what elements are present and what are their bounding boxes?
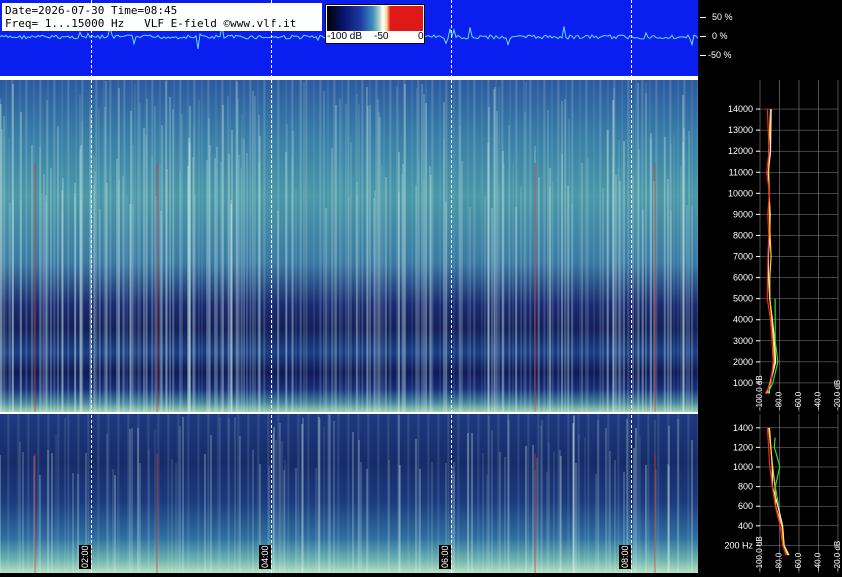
pct-label-neg50: -50 % <box>708 50 732 60</box>
average-spectrum-panel: 1000 2000 3000 4000 5000 6000 7000 8000 9000 1000… <box>698 80 842 412</box>
color-scale-label-max: 0 <box>418 31 424 42</box>
average-spectrum-plot-low: 200 Hz 400 600 800 1000 1200 1400 -100.0 dB -80.… <box>724 414 842 573</box>
time-gridline <box>631 0 632 573</box>
time-gridline <box>91 0 92 573</box>
pct-label-0: 0 % <box>712 31 728 41</box>
db-tick-label: -20.0 dB <box>833 380 842 410</box>
time-gridline <box>271 0 272 573</box>
color-scale-label-mid: -50 <box>374 31 389 42</box>
freq-tick-label: 4000 <box>733 315 753 325</box>
db-tick-label: -100.0 dB <box>755 375 764 410</box>
time-label: 06:00 <box>439 545 451 569</box>
time-label: 02:00 <box>79 545 91 569</box>
freq-tick-label: 600 <box>738 501 753 511</box>
time-label: 04:00 <box>259 545 271 569</box>
avg-series-line <box>768 427 790 556</box>
db-tick-label: -60.0 <box>794 391 803 410</box>
spectrogram-overlay-low <box>0 414 693 573</box>
freq-tick-label: 2000 <box>733 357 753 367</box>
pct-tick-50 <box>700 17 706 18</box>
color-scale: -100 dB -50 0 <box>325 4 425 44</box>
pct-tick-0 <box>700 36 706 37</box>
spectrogram-full-band <box>0 80 698 412</box>
time-label: 08:00 <box>619 545 631 569</box>
db-tick-label: -80.0 <box>775 391 784 410</box>
spectrogram-overlay <box>0 80 693 412</box>
color-scale-label-min: -100 dB <box>327 31 363 42</box>
freq-tick-label: 11000 <box>729 167 753 177</box>
freq-tick-label: 200 Hz <box>724 540 753 550</box>
freq-tick-label: 400 <box>738 521 753 531</box>
pct-tick-neg50 <box>700 55 706 56</box>
db-tick-label: -60.0 <box>794 552 803 571</box>
freq-tick-label: 9000 <box>733 209 753 219</box>
color-scale-gradient <box>327 6 423 31</box>
db-tick-label: -40.0 <box>814 391 823 410</box>
average-spectrum-panel-low: 200 Hz 400 600 800 1000 1200 1400 -100.0 dB -80.… <box>698 414 842 573</box>
db-tick-label: -40.0 <box>814 552 823 571</box>
freq-tick-label: 14000 <box>728 104 753 114</box>
time-gridline <box>451 0 452 573</box>
freq-tick-label: 10000 <box>728 188 753 198</box>
spectrogram-low-band <box>0 414 698 573</box>
db-tick-label: -100.0 dB <box>755 536 764 571</box>
db-tick-label: -20.0 dB <box>833 541 842 571</box>
freq-tick-label: 7000 <box>733 252 753 262</box>
freq-tick-label: 12000 <box>728 146 753 156</box>
waveform-panel: Date=2026-07-30 Time=08:45 Freq= 1...150… <box>0 0 698 76</box>
freq-tick-label: 5000 <box>733 294 753 304</box>
db-tick-label: -80.0 <box>775 552 784 571</box>
freq-tick-label: 800 <box>738 482 753 492</box>
average-spectrum-plot: 1000 2000 3000 4000 5000 6000 7000 8000 9000 1000… <box>728 80 842 412</box>
freq-tick-label: 1400 <box>733 423 753 433</box>
avg-series-line <box>768 427 789 556</box>
header-box: Date=2026-07-30 Time=08:45 Freq= 1...150… <box>2 3 322 31</box>
freq-tick-label: 1200 <box>733 442 753 452</box>
freq-tick-label: 1000 <box>733 462 753 472</box>
freq-tick-label: 1000 <box>733 378 753 388</box>
freq-tick-label: 6000 <box>733 273 753 283</box>
freq-tick-label: 3000 <box>733 336 753 346</box>
freq-tick-label: 8000 <box>733 230 753 240</box>
pct-label-50: 50 % <box>712 12 733 22</box>
freq-tick-label: 13000 <box>728 125 753 135</box>
